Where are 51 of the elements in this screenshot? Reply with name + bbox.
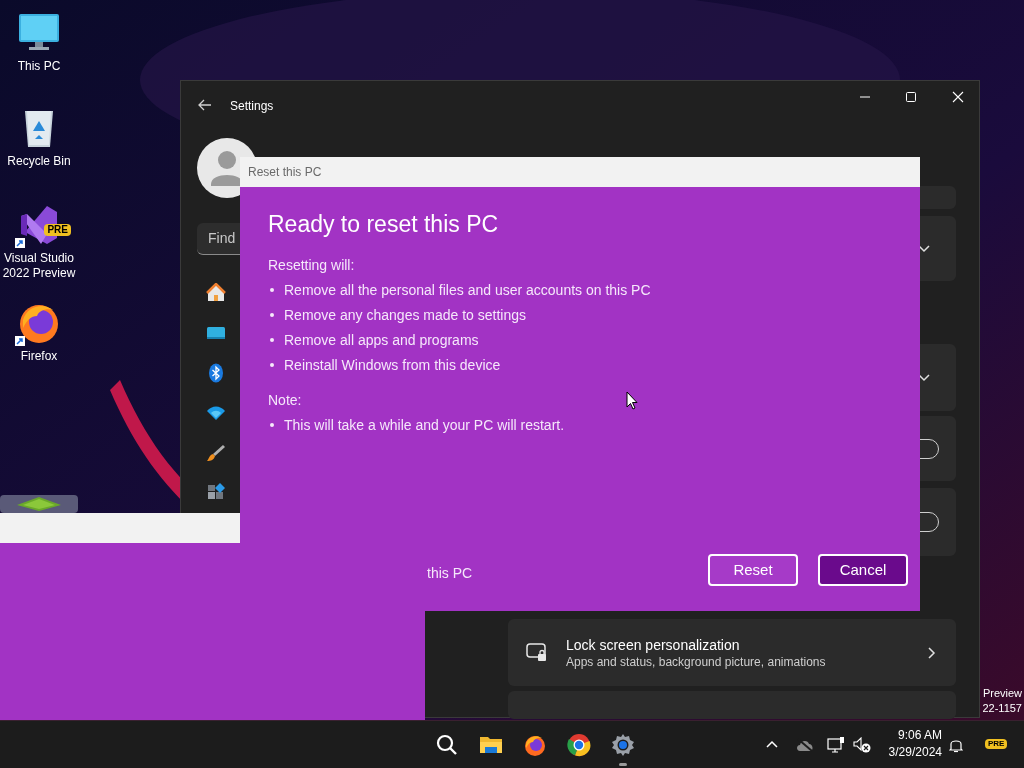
pre-badge: PRE [44,224,71,236]
search-icon [435,733,459,757]
desktop-icon-label[interactable]: This PC [1,59,77,74]
close-icon[interactable] [952,91,964,103]
lock-screen-icon [526,642,548,663]
settings-card[interactable]: Lock screen personalization Apps and status, background picture, animations [508,619,956,686]
bullet-text: Reinstall Windows from this device [284,356,501,375]
active-indicator [619,763,627,766]
window-title: Settings [230,98,274,115]
bluetooth-icon[interactable] [206,363,226,383]
card-title: Lock screen personalization [566,635,741,654]
gear-icon [611,733,635,757]
section-label: Resetting will: [268,256,355,275]
card-subtitle: Apps and status, background picture, animations [566,653,826,670]
chevron-right-icon[interactable] [928,646,936,659]
dialog-text: this PC [427,564,473,583]
cloud-off-icon[interactable] [796,738,814,752]
mouse-cursor-icon [626,391,638,410]
dialog-button[interactable]: Cancel [818,554,908,586]
bullet-text: Remove all the personal files and user accounts on this PC [284,281,651,300]
paintbrush-icon[interactable] [206,443,226,463]
desktop-icon-label[interactable]: Firefox [1,349,77,364]
home-icon[interactable] [206,283,226,303]
bullet-text: Remove any changes made to settings [284,306,527,325]
shortcut-arrow-icon [15,336,25,346]
firefox-icon [523,733,547,757]
dialog-button[interactable]: Reset [708,554,798,586]
chevron-down-icon[interactable] [918,244,930,253]
speaker-muted-icon[interactable] [853,737,871,753]
bullet-text: Remove all apps and programs [284,331,479,350]
clock-date[interactable]: 3/29/2024 [888,744,942,761]
grass-block-icon [15,497,63,511]
clock-time[interactable]: 9:06 AM [897,727,942,744]
pre-badge: PRE [985,739,1008,749]
network-icon[interactable] [827,737,845,753]
back-arrow-icon[interactable] [198,98,212,112]
dialog-heading: Ready to reset this PC [268,210,500,239]
chrome-icon [567,733,591,757]
shortcut-arrow-icon [15,238,25,248]
desktop-icon-label[interactable]: Recycle Bin [1,154,77,169]
bell-icon[interactable] [949,737,963,753]
maximize-icon[interactable] [905,91,917,103]
desktop-icon-tile[interactable] [0,495,78,513]
dialog-title: Reset this PC [248,164,322,181]
section-label: Note: [268,391,302,410]
bullet-text: This will take a while and your PC will restart. [284,416,565,435]
chevron-up-icon[interactable] [766,740,778,748]
build-text: Preview [982,686,1022,701]
chevron-down-icon[interactable] [918,373,930,382]
build-text: 22-1157 [982,701,1022,716]
desktop-icon-label[interactable]: Visual Studio 2022 Preview [1,251,77,281]
